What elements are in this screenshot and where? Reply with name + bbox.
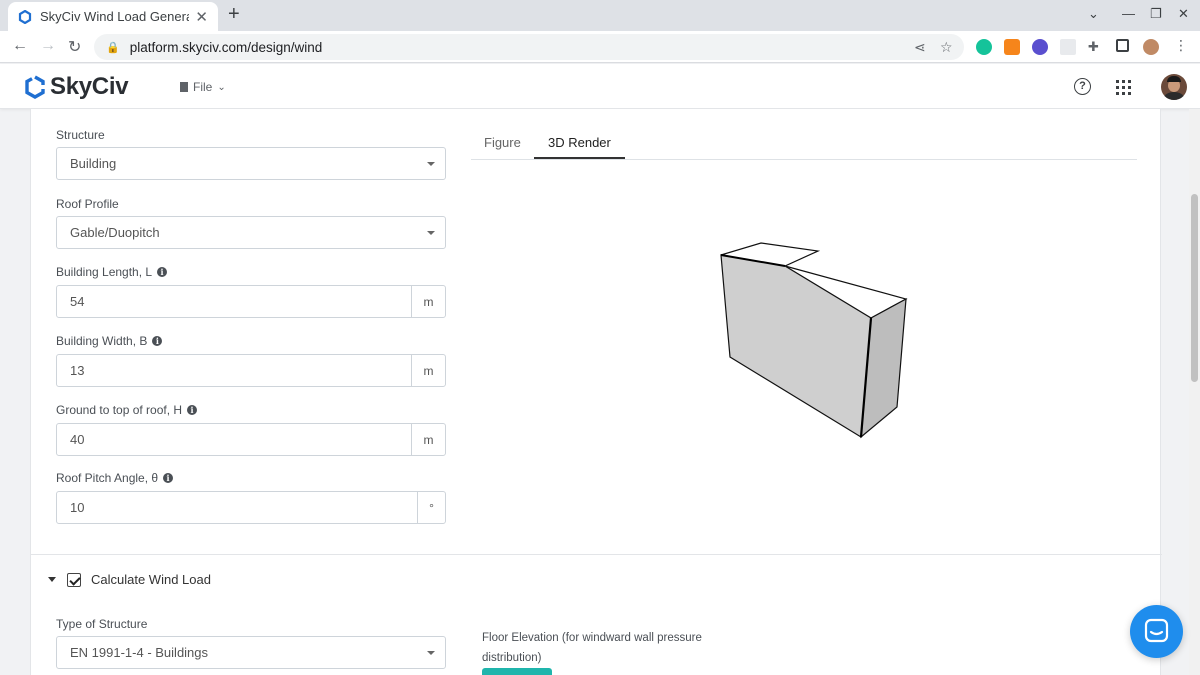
roof-pitch-input[interactable]: 10 °: [56, 491, 446, 524]
height-input[interactable]: 40 m: [56, 423, 446, 456]
type-of-structure-value: EN 1991-1-4 - Buildings: [70, 645, 209, 660]
share-icon[interactable]: ⋖: [914, 39, 926, 56]
lock-icon: 🔒: [106, 41, 120, 54]
structure-value: Building: [70, 156, 117, 171]
metamask-extension-icon[interactable]: [1004, 39, 1020, 55]
chevron-down-icon: ⌄: [217, 81, 226, 93]
calculate-wind-load-title: Calculate Wind Load: [91, 572, 211, 587]
browser-tab-title: SkyCiv Wind Load General: [40, 9, 190, 24]
info-icon[interactable]: i: [157, 267, 168, 277]
structure-label: Structure: [56, 128, 105, 142]
building-length-value[interactable]: 54: [57, 286, 411, 317]
collapse-triangle-icon[interactable]: [48, 577, 56, 582]
tab-search-icon[interactable]: ⌄: [1088, 6, 1099, 22]
section-divider: [31, 554, 1162, 555]
roof-profile-select[interactable]: Gable/Duopitch: [56, 216, 446, 249]
roof-profile-label: Roof Profile: [56, 197, 119, 211]
file-menu[interactable]: File ⌄: [180, 80, 226, 94]
preview-tabs: Figure 3D Render: [471, 129, 1137, 160]
structure-select[interactable]: Building: [56, 147, 446, 180]
caret-down-icon: [427, 162, 435, 166]
height-label: Ground to top of roof, H i: [56, 403, 198, 417]
building-width-value[interactable]: 13: [57, 355, 411, 386]
caret-down-icon: [427, 651, 435, 655]
building-width-input[interactable]: 13 m: [56, 354, 446, 387]
building-width-label: Building Width, B i: [56, 334, 163, 348]
height-unit: m: [411, 424, 445, 455]
roof-pitch-label: Roof Pitch Angle, θ i: [56, 471, 174, 485]
tab-3d-render[interactable]: 3D Render: [548, 135, 611, 150]
caret-down-icon: [427, 231, 435, 235]
skyciv-logo[interactable]: SkyCiv: [24, 73, 129, 101]
skyciv-logo-icon: [25, 75, 45, 99]
building-length-input[interactable]: 54 m: [56, 285, 446, 318]
puzzle-extensions-icon[interactable]: ✚: [1088, 39, 1104, 55]
reload-icon[interactable]: ↻: [68, 37, 81, 57]
restore-icon[interactable]: ❐: [1150, 6, 1162, 22]
main-card: Structure Building Roof Profile Gable/Du…: [30, 109, 1162, 675]
side-panel-icon[interactable]: [1116, 39, 1129, 52]
help-icon[interactable]: ?: [1074, 78, 1091, 95]
browser-menu-icon[interactable]: ⋮: [1174, 37, 1190, 53]
skyciv-favicon-icon: [18, 9, 32, 24]
extension-blank-icon[interactable]: [1060, 39, 1076, 55]
bookmark-star-icon[interactable]: ☆: [940, 39, 953, 56]
profile-avatar-icon[interactable]: [1143, 39, 1159, 55]
browser-toolbar: ← → ↻ 🔒 platform.skyciv.com/design/wind …: [0, 31, 1200, 63]
type-of-structure-select[interactable]: EN 1991-1-4 - Buildings: [56, 636, 446, 669]
minimize-icon[interactable]: —: [1122, 6, 1135, 21]
file-icon: [180, 82, 188, 92]
info-icon[interactable]: i: [187, 405, 198, 415]
roof-profile-value: Gable/Duopitch: [70, 225, 160, 240]
page-scrollbar[interactable]: [1189, 109, 1200, 675]
forward-icon[interactable]: →: [40, 37, 56, 55]
roof-pitch-unit: °: [417, 492, 445, 523]
apps-grid-icon[interactable]: [1116, 80, 1131, 95]
info-icon[interactable]: i: [152, 336, 163, 346]
address-bar[interactable]: 🔒 platform.skyciv.com/design/wind ⋖ ☆: [94, 34, 964, 60]
floor-elevation-button[interactable]: [482, 668, 552, 675]
floor-elevation-label: Floor Elevation (for windward wall press…: [482, 632, 702, 664]
building-3d-render[interactable]: [711, 239, 951, 449]
type-of-structure-label: Type of Structure: [56, 617, 148, 631]
app-header: SkyCiv File ⌄ ?: [0, 64, 1200, 109]
active-tab-underline: [534, 157, 625, 159]
grammarly-extension-icon[interactable]: [976, 39, 992, 55]
roof-pitch-value[interactable]: 10: [57, 492, 417, 523]
url-text: platform.skyciv.com/design/wind: [129, 39, 323, 55]
new-tab-icon[interactable]: +: [228, 3, 240, 26]
browser-tabstrip: SkyCiv Wind Load General ✕ + ⌄ — ❐ ✕: [0, 0, 1200, 31]
chat-icon: [1144, 618, 1169, 643]
tab-figure[interactable]: Figure: [484, 135, 521, 150]
close-window-icon[interactable]: ✕: [1178, 6, 1189, 22]
building-length-label: Building Length, L i: [56, 265, 168, 279]
height-value[interactable]: 40: [57, 424, 411, 455]
user-avatar[interactable]: [1161, 74, 1187, 100]
scrollbar-thumb[interactable]: [1191, 194, 1198, 382]
browser-tab[interactable]: SkyCiv Wind Load General ✕: [8, 2, 218, 31]
building-length-unit: m: [411, 286, 445, 317]
logo-text: SkyCiv: [50, 73, 129, 100]
long-wall-face: [720, 254, 872, 439]
close-tab-icon[interactable]: ✕: [195, 8, 208, 26]
extension-icon[interactable]: [1032, 39, 1048, 55]
chat-launcher-button[interactable]: [1130, 605, 1183, 658]
calculate-wind-load-checkbox[interactable]: [67, 572, 81, 587]
back-icon[interactable]: ←: [12, 37, 28, 55]
calculate-wind-load-header[interactable]: Calculate Wind Load: [48, 572, 211, 587]
info-icon[interactable]: i: [163, 473, 174, 483]
building-width-unit: m: [411, 355, 445, 386]
file-menu-label: File: [193, 80, 213, 94]
